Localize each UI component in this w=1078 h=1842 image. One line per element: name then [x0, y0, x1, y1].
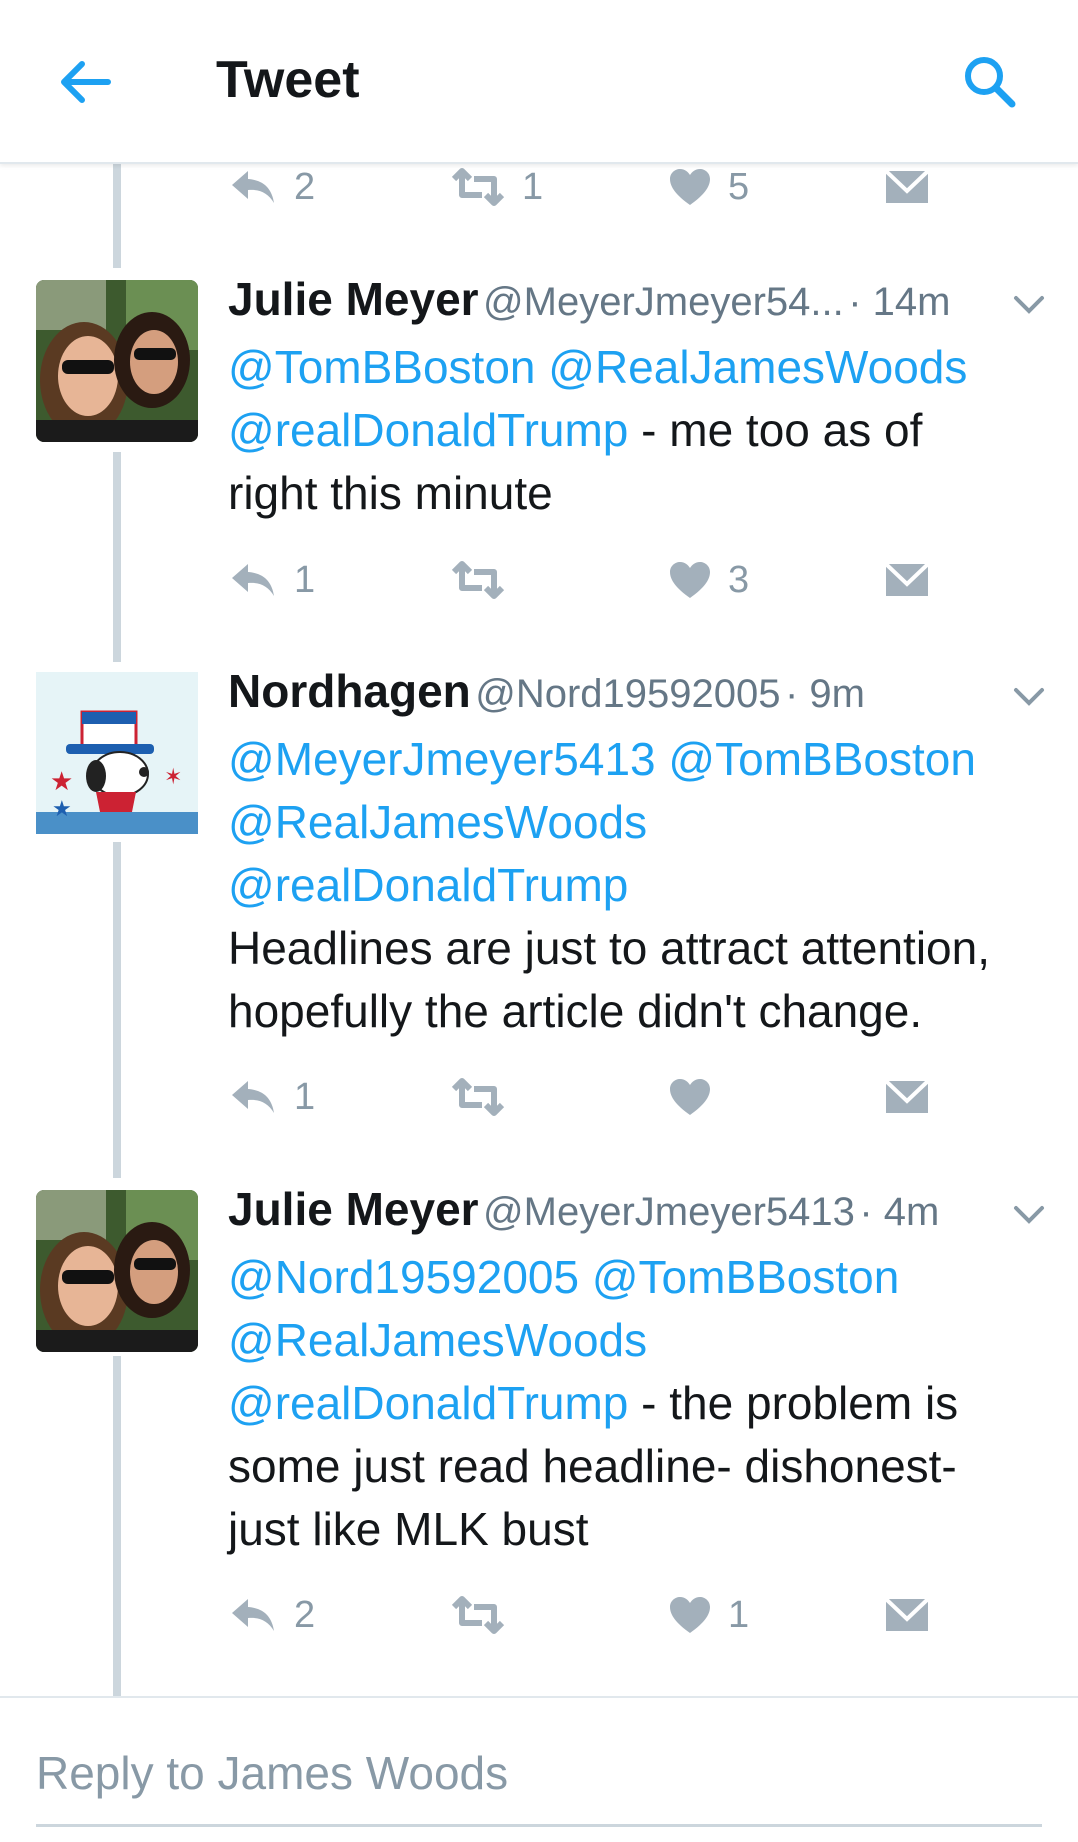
- retweet-button[interactable]: 1: [450, 157, 543, 217]
- display-name[interactable]: Nordhagen: [228, 665, 471, 717]
- svg-text:✶: ✶: [164, 765, 182, 790]
- like-button[interactable]: [668, 1067, 728, 1127]
- like-count: 3: [728, 558, 750, 601]
- tweet-actions: 2 1 5: [228, 157, 948, 217]
- retweet-button[interactable]: [450, 550, 522, 610]
- profile-photo: [36, 280, 198, 442]
- chevron-down-icon[interactable]: [1012, 684, 1046, 708]
- retweet-button[interactable]: [450, 1067, 522, 1127]
- tweet-text: @TomBBoston @RealJamesWoods @realDonaldT…: [228, 336, 1048, 525]
- heart-icon: [670, 562, 710, 598]
- mention-link[interactable]: @RealJamesWoods: [228, 1314, 647, 1366]
- envelope-icon: [884, 169, 930, 203]
- heart-icon: [670, 1079, 710, 1115]
- mention-link[interactable]: @Nord19592005 @TomBBoston: [228, 1251, 899, 1303]
- svg-text:★: ★: [50, 767, 73, 797]
- avatar[interactable]: [36, 1190, 198, 1352]
- profile-photo: ★ ✶ ★: [36, 672, 198, 834]
- tweet[interactable]: Julie Meyer @MeyerJmeyer5413 · 4m @Nord1…: [0, 1182, 1078, 1652]
- avatar[interactable]: [36, 280, 198, 442]
- reply-button[interactable]: 1: [228, 550, 315, 610]
- display-name[interactable]: Julie Meyer: [228, 273, 479, 325]
- like-count: 1: [728, 1593, 750, 1636]
- mention-link[interactable]: @RealJamesWoods: [228, 796, 647, 848]
- tweet-text-segment: - the problem is: [628, 1377, 959, 1429]
- tweet-text-segment: just like MLK bust: [228, 1503, 589, 1555]
- chevron-down-icon[interactable]: [1012, 1202, 1046, 1226]
- user-handle[interactable]: @MeyerJmeyer54...: [483, 280, 844, 324]
- tweet-header: Nordhagen @Nord19592005 · 9m: [228, 664, 1048, 720]
- timestamp: · 4m: [859, 1190, 940, 1234]
- direct-message-button[interactable]: [884, 550, 930, 610]
- heart-icon: [670, 1597, 710, 1633]
- direct-message-button[interactable]: [884, 157, 930, 217]
- direct-message-button[interactable]: [884, 1585, 930, 1645]
- profile-photo: [36, 1190, 198, 1352]
- reply-input[interactable]: Reply to James Woods: [36, 1746, 508, 1800]
- mention-link[interactable]: @realDonaldTrump: [228, 859, 628, 911]
- retweet-icon: [451, 1078, 505, 1116]
- reply-button[interactable]: 2: [228, 157, 315, 217]
- envelope-icon: [884, 1597, 930, 1631]
- reply-button[interactable]: 2: [228, 1585, 315, 1645]
- user-handle[interactable]: @Nord19592005: [475, 672, 780, 716]
- user-handle[interactable]: @MeyerJmeyer5413: [483, 1190, 855, 1234]
- retweet-count: 1: [522, 165, 544, 208]
- reply-button[interactable]: 1: [228, 1067, 315, 1127]
- tweet-text: @Nord19592005 @TomBBoston @RealJamesWood…: [228, 1246, 1048, 1561]
- heart-icon: [670, 169, 710, 205]
- timestamp: · 14m: [848, 280, 951, 324]
- tweet-text: @MeyerJmeyer5413 @TomBBoston @RealJamesW…: [228, 728, 1048, 1043]
- thread-line: [113, 164, 121, 268]
- like-button[interactable]: 5: [668, 157, 749, 217]
- search-icon[interactable]: [960, 52, 1020, 112]
- reply-count: 2: [294, 1593, 316, 1636]
- reply-icon: [232, 1599, 274, 1631]
- tweet-text-segment: Headlines are just to attract attention,: [228, 922, 990, 974]
- top-app-bar: Tweet: [0, 0, 1078, 164]
- mention-link[interactable]: @realDonaldTrump: [228, 1377, 628, 1429]
- envelope-icon: [884, 1079, 930, 1113]
- avatar[interactable]: ★ ✶ ★: [36, 672, 198, 834]
- direct-message-button[interactable]: [884, 1067, 930, 1127]
- mention-link[interactable]: @TomBBoston @RealJamesWoods: [228, 341, 967, 393]
- tweet-actions: 1 3: [228, 550, 948, 610]
- page-title: Tweet: [216, 51, 360, 109]
- tweet-text-segment: - me too as of: [628, 404, 923, 456]
- tweet-text-segment: right this minute: [228, 467, 553, 519]
- mention-link[interactable]: @realDonaldTrump: [228, 404, 628, 456]
- tweet-header: Julie Meyer @MeyerJmeyer5413 · 4m: [228, 1182, 1048, 1238]
- tweet-actions: 1: [228, 1067, 948, 1127]
- reply-icon: [232, 564, 274, 596]
- mention-link[interactable]: @MeyerJmeyer5413 @TomBBoston: [228, 733, 976, 785]
- tweet-header: Julie Meyer @MeyerJmeyer54... · 14m: [228, 272, 1048, 328]
- back-arrow-icon[interactable]: [56, 52, 116, 112]
- reply-count: 2: [294, 165, 316, 208]
- like-button[interactable]: 1: [668, 1585, 749, 1645]
- tweet-text-segment: some just read headline- dishonest-: [228, 1440, 957, 1492]
- tweet-text-segment: hopefully the article didn't change.: [228, 985, 923, 1037]
- input-underline: [36, 1824, 1042, 1827]
- reply-icon: [232, 171, 274, 203]
- timestamp: · 9m: [784, 672, 865, 716]
- chevron-down-icon[interactable]: [1012, 292, 1046, 316]
- like-button[interactable]: 3: [668, 550, 749, 610]
- tweet-actions: 2 1: [228, 1585, 948, 1645]
- envelope-icon: [884, 562, 930, 596]
- reply-count: 1: [294, 1075, 316, 1118]
- svg-text:★: ★: [52, 797, 72, 822]
- retweet-icon: [451, 168, 505, 206]
- reply-icon: [232, 1081, 274, 1113]
- reply-count: 1: [294, 558, 316, 601]
- reply-composer[interactable]: Reply to James Woods: [0, 1696, 1078, 1842]
- retweet-icon: [451, 561, 505, 599]
- display-name[interactable]: Julie Meyer: [228, 1183, 479, 1235]
- retweet-icon: [451, 1596, 505, 1634]
- retweet-button[interactable]: [450, 1585, 522, 1645]
- like-count: 5: [728, 165, 750, 208]
